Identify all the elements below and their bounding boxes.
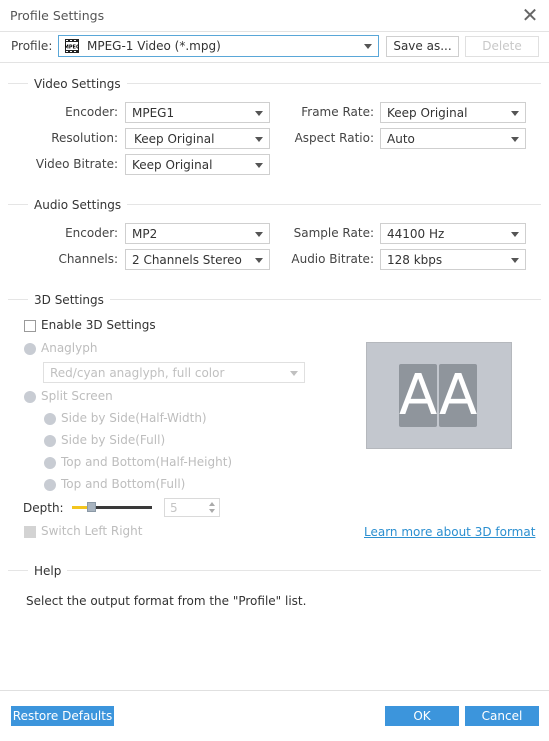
chevron-down-icon xyxy=(511,232,519,237)
close-icon[interactable]: ✕ xyxy=(520,4,540,26)
chevron-down-icon xyxy=(364,44,372,49)
chevron-down-icon xyxy=(255,232,263,237)
video-bitrate-label: Video Bitrate: xyxy=(35,157,118,171)
video-encoder-select[interactable]: MPEG1 xyxy=(125,102,270,123)
anaglyph-select[interactable]: Red/cyan anaglyph, full color xyxy=(43,362,305,383)
chevron-down-icon xyxy=(255,137,263,142)
sample-rate-value: 44100 Hz xyxy=(387,227,445,241)
cancel-button[interactable]: Cancel xyxy=(465,706,539,726)
sample-rate-select[interactable]: 44100 Hz xyxy=(380,223,526,244)
frame-rate-value: Keep Original xyxy=(387,106,468,120)
audio-encoder-value: MP2 xyxy=(132,227,158,241)
aspect-ratio-label: Aspect Ratio: xyxy=(294,131,374,145)
help-text: Select the output format from the "Profi… xyxy=(26,594,307,608)
channels-value: 2 Channels Stereo xyxy=(132,253,242,267)
split-screen-radio[interactable] xyxy=(24,391,36,403)
window-title: Profile Settings xyxy=(10,8,105,23)
split-option-radio[interactable] xyxy=(44,413,56,425)
depth-label: Depth: xyxy=(23,501,64,515)
switch-left-right-label: Switch Left Right xyxy=(41,524,143,538)
resolution-label: Resolution: xyxy=(51,131,118,145)
video-encoder-label: Encoder: xyxy=(65,105,118,119)
frame-rate-select[interactable]: Keep Original xyxy=(380,102,526,123)
svg-text:MPEG: MPEG xyxy=(65,45,79,51)
split-option-label: Side by Side(Half-Width) xyxy=(61,411,207,425)
depth-spinbox[interactable]: 5 xyxy=(164,498,220,517)
chevron-down-icon xyxy=(255,163,263,168)
chevron-down-icon xyxy=(290,371,298,376)
audio-bitrate-label: Audio Bitrate: xyxy=(291,252,374,266)
ok-button[interactable]: OK xyxy=(385,706,459,726)
split-option-label: Side by Side(Full) xyxy=(61,433,166,447)
delete-button[interactable]: Delete xyxy=(465,36,539,57)
profile-value: MPEG-1 Video (*.mpg) xyxy=(87,39,221,53)
audio-bitrate-value: 128 kbps xyxy=(387,253,443,267)
chevron-down-icon xyxy=(511,111,519,116)
audio-encoder-label: Encoder: xyxy=(65,226,118,240)
video-bitrate-value: Keep Original xyxy=(132,158,213,172)
audio-section-title: Audio Settings xyxy=(28,198,128,212)
split-option-label: Top and Bottom(Full) xyxy=(61,477,186,491)
sample-rate-label: Sample Rate: xyxy=(293,226,374,240)
spin-up-icon[interactable] xyxy=(209,502,215,506)
profile-label: Profile: xyxy=(11,39,53,53)
frame-rate-label: Frame Rate: xyxy=(301,105,374,119)
preview-letter-right: A xyxy=(439,363,478,428)
split-screen-label: Split Screen xyxy=(41,389,113,403)
channels-label: Channels: xyxy=(58,252,118,266)
aspect-ratio-value: Auto xyxy=(387,132,415,146)
restore-defaults-button[interactable]: Restore Defaults xyxy=(11,706,114,726)
help-section-divider xyxy=(8,570,541,571)
split-option-radio[interactable] xyxy=(44,457,56,469)
video-bitrate-select[interactable]: Keep Original xyxy=(125,154,270,175)
channels-select[interactable]: 2 Channels Stereo xyxy=(125,249,270,270)
chevron-down-icon xyxy=(511,258,519,263)
help-section-title: Help xyxy=(28,564,68,578)
anaglyph-label: Anaglyph xyxy=(41,341,98,355)
3d-preview: A A xyxy=(366,342,512,449)
chevron-down-icon xyxy=(255,258,263,263)
split-option-radio[interactable] xyxy=(44,479,56,491)
video-encoder-value: MPEG1 xyxy=(132,106,175,120)
enable-3d-checkbox[interactable] xyxy=(24,320,36,332)
resolution-select[interactable]: Keep Original xyxy=(125,128,270,149)
chevron-down-icon xyxy=(511,137,519,142)
footer-divider xyxy=(0,690,549,691)
chevron-down-icon xyxy=(255,111,263,116)
learn-more-3d-link[interactable]: Learn more about 3D format xyxy=(364,525,535,539)
switch-left-right-checkbox[interactable] xyxy=(24,526,36,538)
video-section-title: Video Settings xyxy=(28,77,127,91)
anaglyph-value: Red/cyan anaglyph, full color xyxy=(50,366,225,380)
mpeg-film-icon: MPEG xyxy=(65,39,79,53)
resolution-value: Keep Original xyxy=(134,132,215,146)
depth-slider-track xyxy=(92,506,152,509)
spin-down-icon[interactable] xyxy=(209,509,215,513)
preview-letter-left: A xyxy=(399,363,438,428)
3d-section-title: 3D Settings xyxy=(28,293,110,307)
audio-encoder-select[interactable]: MP2 xyxy=(125,223,270,244)
profile-select[interactable]: MPEG MPEG-1 Video (*.mpg) xyxy=(58,35,379,57)
split-option-label: Top and Bottom(Half-Height) xyxy=(61,455,233,469)
audio-bitrate-select[interactable]: 128 kbps xyxy=(380,249,526,270)
depth-slider[interactable] xyxy=(72,502,152,512)
aspect-ratio-select[interactable]: Auto xyxy=(380,128,526,149)
split-option-radio[interactable] xyxy=(44,435,56,447)
depth-slider-thumb[interactable] xyxy=(87,502,96,512)
save-as-button[interactable]: Save as... xyxy=(386,36,459,57)
depth-value: 5 xyxy=(170,501,178,515)
enable-3d-label: Enable 3D Settings xyxy=(41,318,156,332)
anaglyph-radio[interactable] xyxy=(24,343,36,355)
